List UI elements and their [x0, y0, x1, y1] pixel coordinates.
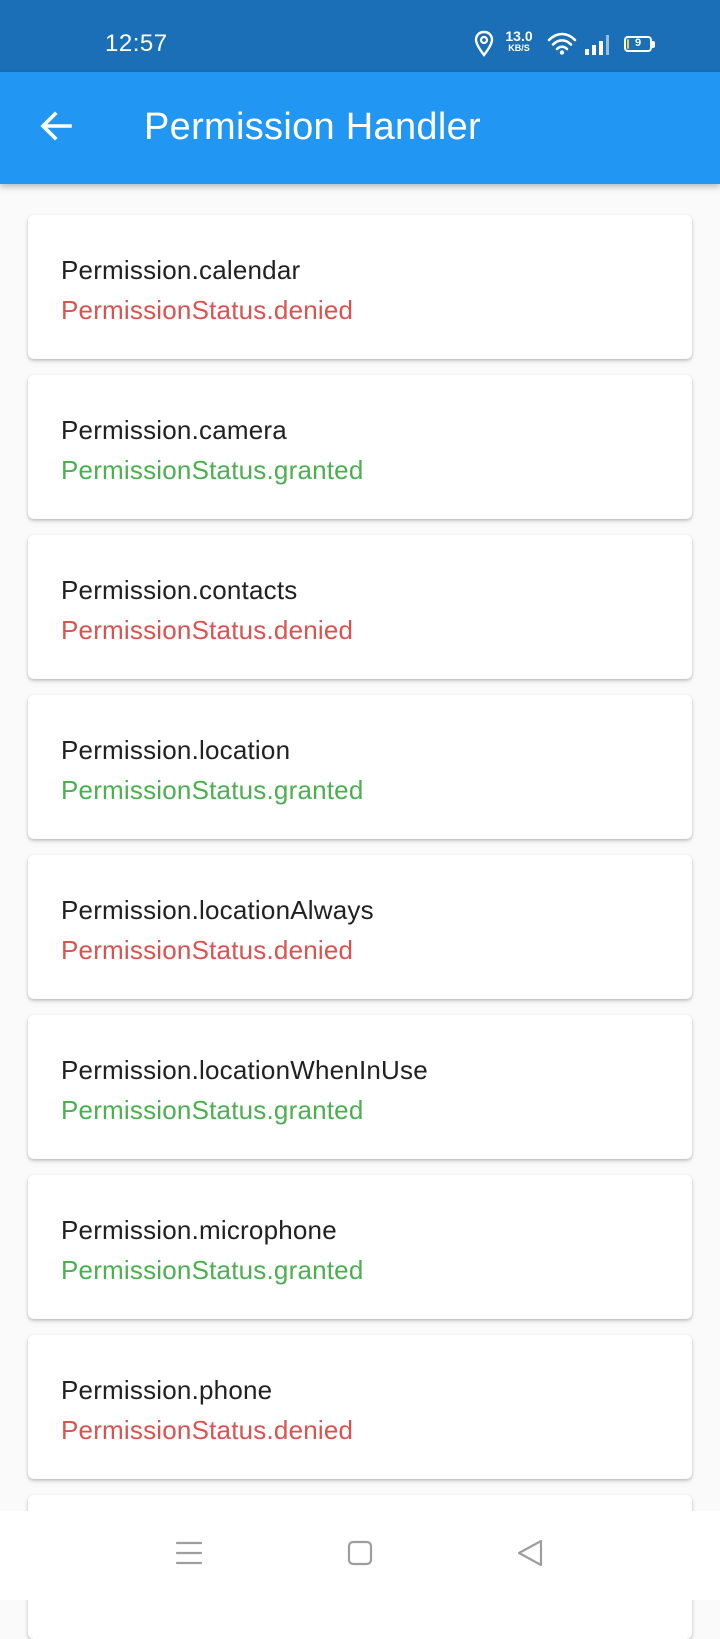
- permission-card[interactable]: Permission.calendar PermissionStatus.den…: [28, 215, 692, 359]
- permission-name: Permission.locationAlways: [61, 895, 374, 925]
- wifi-icon: [547, 32, 577, 61]
- permission-status: PermissionStatus.denied: [61, 1415, 354, 1445]
- battery-level: 9: [634, 37, 642, 49]
- network-speed-unit: KB/S: [508, 43, 530, 53]
- recent-apps-button[interactable]: [165, 1531, 213, 1579]
- network-speed: 13.0 KB/S: [501, 28, 537, 54]
- back-button[interactable]: [24, 96, 88, 160]
- permission-status: PermissionStatus.granted: [61, 1255, 364, 1285]
- permission-name: Permission.locationWhenInUse: [61, 1055, 428, 1085]
- permission-status: PermissionStatus.denied: [61, 295, 354, 325]
- permission-card[interactable]: Permission.locationAlways PermissionStat…: [28, 855, 692, 999]
- menu-icon: [175, 1540, 203, 1571]
- permission-status: PermissionStatus.denied: [61, 615, 354, 645]
- back-triangle-icon: [515, 1538, 545, 1573]
- permission-status: PermissionStatus.granted: [61, 1095, 364, 1125]
- permission-name: Permission.location: [61, 735, 291, 765]
- page-title: Permission Handler: [144, 106, 481, 148]
- permission-status: PermissionStatus.granted: [61, 455, 364, 485]
- signal-icon: [584, 34, 610, 61]
- status-time: 12:57: [105, 30, 168, 57]
- permission-status: PermissionStatus.granted: [61, 775, 364, 805]
- status-bar: 12:57 13.0 KB/S 9: [0, 0, 720, 72]
- battery-icon: 9: [624, 36, 652, 52]
- permission-name: Permission.contacts: [61, 575, 298, 605]
- system-nav-bar: [0, 1511, 720, 1600]
- arrow-back-icon: [38, 108, 74, 149]
- system-back-button[interactable]: [506, 1531, 554, 1579]
- home-button[interactable]: [336, 1531, 384, 1579]
- app-bar: Permission Handler: [0, 72, 720, 184]
- permission-card[interactable]: Permission.phone PermissionStatus.denied: [28, 1335, 692, 1479]
- location-icon: [474, 30, 494, 63]
- permission-name: Permission.camera: [61, 415, 287, 445]
- permission-name: Permission.microphone: [61, 1215, 337, 1245]
- permission-name: Permission.phone: [61, 1375, 273, 1405]
- home-square-icon: [346, 1539, 374, 1572]
- permission-status: PermissionStatus.denied: [61, 935, 354, 965]
- permission-card[interactable]: Permission.camera PermissionStatus.grant…: [28, 375, 692, 519]
- permission-card[interactable]: Permission.locationWhenInUse PermissionS…: [28, 1015, 692, 1159]
- battery-tip: [652, 41, 655, 48]
- permission-card[interactable]: Permission.contacts PermissionStatus.den…: [28, 535, 692, 679]
- permission-name: Permission.calendar: [61, 255, 301, 285]
- permission-card[interactable]: Permission.location PermissionStatus.gra…: [28, 695, 692, 839]
- network-speed-value: 13.0: [505, 28, 533, 44]
- status-icons: 13.0 KB/S 9: [474, 28, 674, 63]
- permission-card[interactable]: Permission.microphone PermissionStatus.g…: [28, 1175, 692, 1319]
